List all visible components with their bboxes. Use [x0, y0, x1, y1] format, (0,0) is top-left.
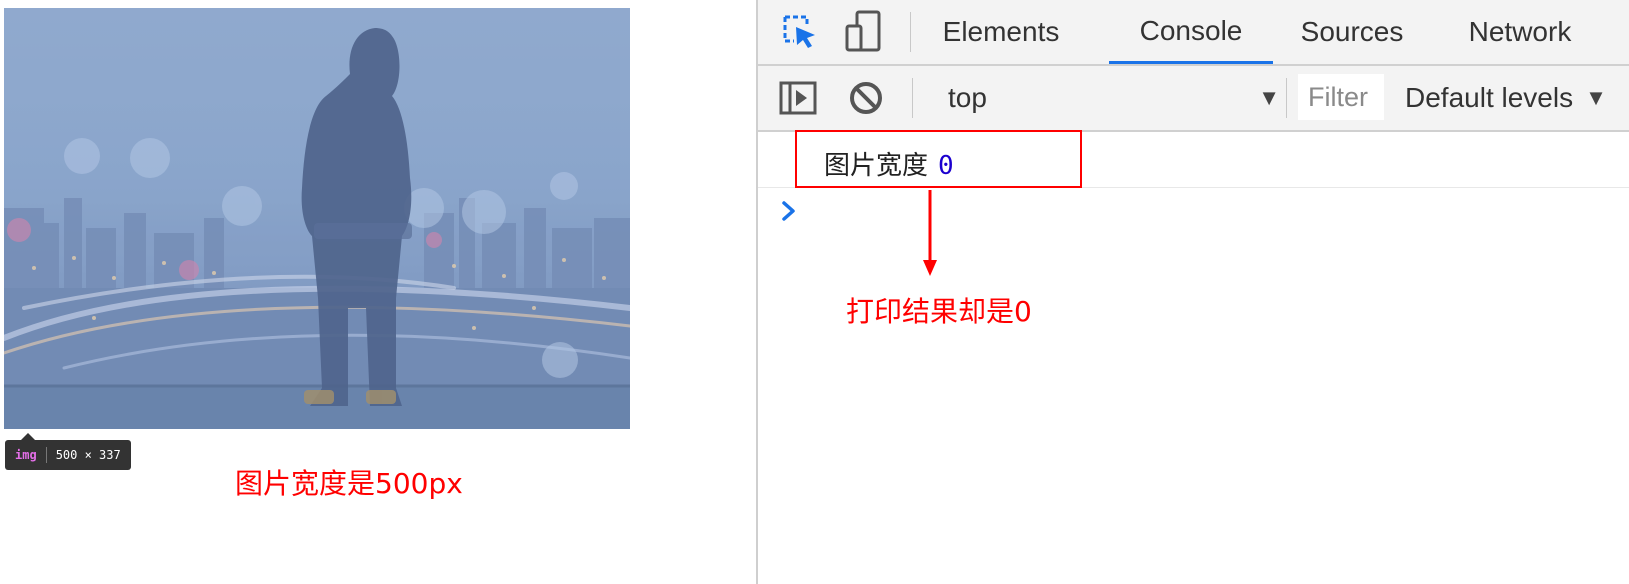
- context-selector[interactable]: top ▼: [936, 66, 1284, 130]
- sidebar-toggle-icon[interactable]: [778, 78, 818, 118]
- log-highlight-box: [795, 130, 1082, 188]
- tooltip-tag-name: img: [15, 448, 37, 462]
- toolbar-separator-1: [912, 78, 913, 118]
- prompt-chevron-icon[interactable]: [780, 200, 798, 226]
- page-area: img 500 × 337 图片宽度是500px: [0, 0, 756, 584]
- tab-elements[interactable]: Elements: [924, 0, 1078, 64]
- annotation-arrow: [918, 190, 942, 284]
- element-size-tooltip: img 500 × 337: [5, 433, 131, 470]
- tabbar-separator: [910, 12, 911, 52]
- context-selector-value: top: [948, 82, 987, 113]
- tab-elements-label: Elements: [942, 16, 1060, 47]
- devtools-tabbar: Elements Console Sources Network: [758, 0, 1629, 66]
- console-output[interactable]: 图片宽度 0 打印结果却是0: [758, 130, 1629, 584]
- result-annotation: 打印结果却是0: [846, 295, 1032, 328]
- toolbar-separator-2: [1286, 78, 1287, 118]
- devtools-panel: Elements Console Sources Network top ▼ F…: [758, 0, 1629, 584]
- tab-console[interactable]: Console: [1109, 0, 1273, 64]
- console-log-row: 图片宽度 0: [758, 130, 1629, 188]
- tab-network-label: Network: [1468, 16, 1572, 47]
- dropdown-triangle-icon: ▼: [1258, 85, 1280, 110]
- log-levels-label: Default levels: [1405, 82, 1574, 113]
- image-width-annotation: 图片宽度是500px: [235, 467, 463, 500]
- log-levels-selector[interactable]: Default levels ▼: [1405, 66, 1629, 130]
- clear-console-icon[interactable]: [846, 78, 886, 118]
- device-toolbar-icon[interactable]: [844, 10, 884, 52]
- tab-console-label: Console: [1139, 14, 1243, 46]
- tab-sources-label: Sources: [1300, 16, 1404, 47]
- console-toolbar: top ▼ Default levels ▼: [758, 66, 1629, 132]
- tab-sources[interactable]: Sources: [1279, 0, 1425, 64]
- photo-illustration: [4, 8, 630, 429]
- tooltip-dimensions: 500 × 337: [55, 448, 121, 462]
- tooltip-separator: [45, 447, 47, 463]
- filter-input[interactable]: [1298, 74, 1384, 120]
- inspect-element-icon[interactable]: [780, 12, 820, 52]
- tab-network[interactable]: Network: [1434, 0, 1606, 64]
- levels-dropdown-triangle-icon: ▼: [1585, 85, 1607, 110]
- hooded-figure-city-image[interactable]: [4, 8, 630, 429]
